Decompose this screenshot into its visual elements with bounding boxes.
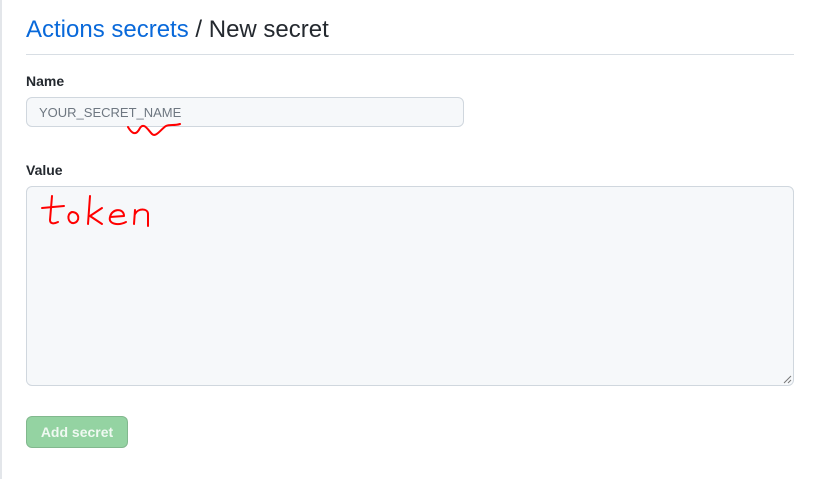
breadcrumb-actions-secrets-link[interactable]: Actions secrets: [26, 16, 189, 43]
breadcrumb-separator: /: [188, 16, 209, 43]
name-label: Name: [26, 73, 65, 89]
handwritten-token-annotation: [41, 195, 149, 227]
add-secret-button[interactable]: Add secret: [26, 416, 128, 448]
page-header: Actions secrets / New secret: [26, 14, 794, 55]
handwritten-squiggle-annotation: [127, 123, 181, 136]
left-border-rule: [0, 0, 2, 479]
value-label: Value: [26, 162, 63, 178]
secret-name-input[interactable]: [26, 97, 464, 127]
resize-grip-icon[interactable]: [782, 374, 792, 384]
page-title: New secret: [208, 16, 329, 43]
